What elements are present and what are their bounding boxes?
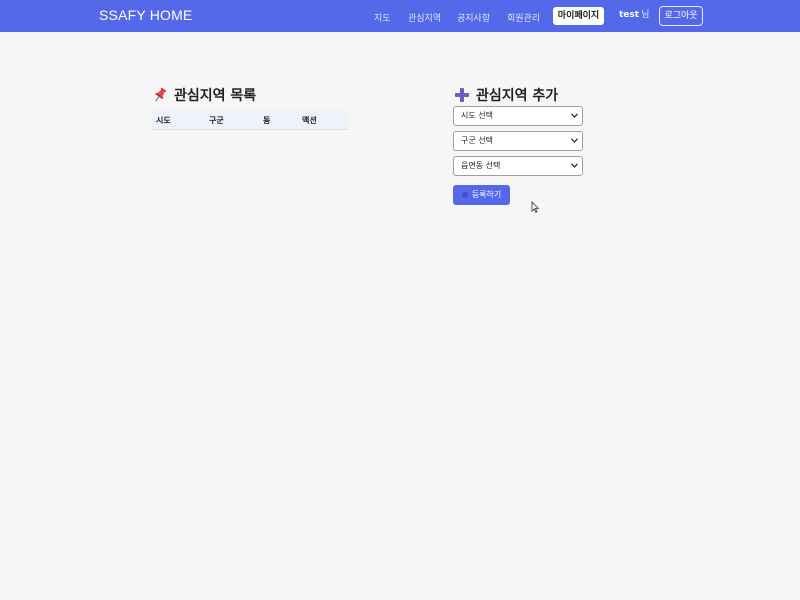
sido-select[interactable]: 시도 선택: [453, 106, 583, 126]
pushpin-icon: [152, 87, 168, 103]
chevron-down-icon: [571, 113, 578, 118]
logout-button[interactable]: 로그아웃: [659, 6, 703, 26]
user-suffix: 님: [641, 10, 650, 20]
gugun-select-value: 구군 선택: [461, 136, 493, 145]
button-dot-icon: [461, 192, 468, 198]
top-navbar: SSAFY HOME 지도 관심지역 공지사항 회원관리 마이페이지 test 님…: [0, 0, 800, 32]
user-name: test: [619, 10, 640, 20]
dong-select[interactable]: 읍면동 선택: [453, 156, 583, 176]
nav-link-member-management[interactable]: 회원관리: [507, 11, 540, 24]
register-button-label: 등록하기: [471, 190, 502, 199]
interest-add-title: 관심지역 추가: [476, 88, 559, 104]
interest-list-heading: 관심지역 목록: [152, 85, 256, 105]
interest-table-header: 시도 구군 동 액션: [152, 110, 348, 130]
interest-list-title: 관심지역 목록: [174, 88, 257, 104]
mouse-pointer-icon: [531, 201, 540, 213]
plus-icon: [454, 87, 470, 103]
gugun-select[interactable]: 구군 선택: [453, 131, 583, 151]
column-header-gugun: 구군: [209, 116, 224, 125]
dong-select-value: 읍면동 선택: [461, 161, 501, 170]
brand-logo[interactable]: SSAFY HOME: [99, 7, 193, 23]
nav-link-mypage[interactable]: 마이페이지: [553, 7, 604, 25]
sido-select-value: 시도 선택: [461, 111, 493, 120]
register-button[interactable]: 등록하기: [453, 185, 510, 205]
chevron-down-icon: [571, 138, 578, 143]
column-header-dong: 동: [263, 116, 271, 125]
interest-add-heading: 관심지역 추가: [454, 85, 558, 105]
column-header-sido: 시도: [156, 116, 171, 125]
nav-link-interest-area[interactable]: 관심지역: [408, 11, 441, 24]
user-greeting: test 님: [619, 7, 649, 20]
nav-link-notice[interactable]: 공지사항: [457, 11, 490, 24]
chevron-down-icon: [571, 163, 578, 168]
nav-link-map[interactable]: 지도: [374, 11, 391, 24]
column-header-action: 액션: [302, 116, 317, 125]
